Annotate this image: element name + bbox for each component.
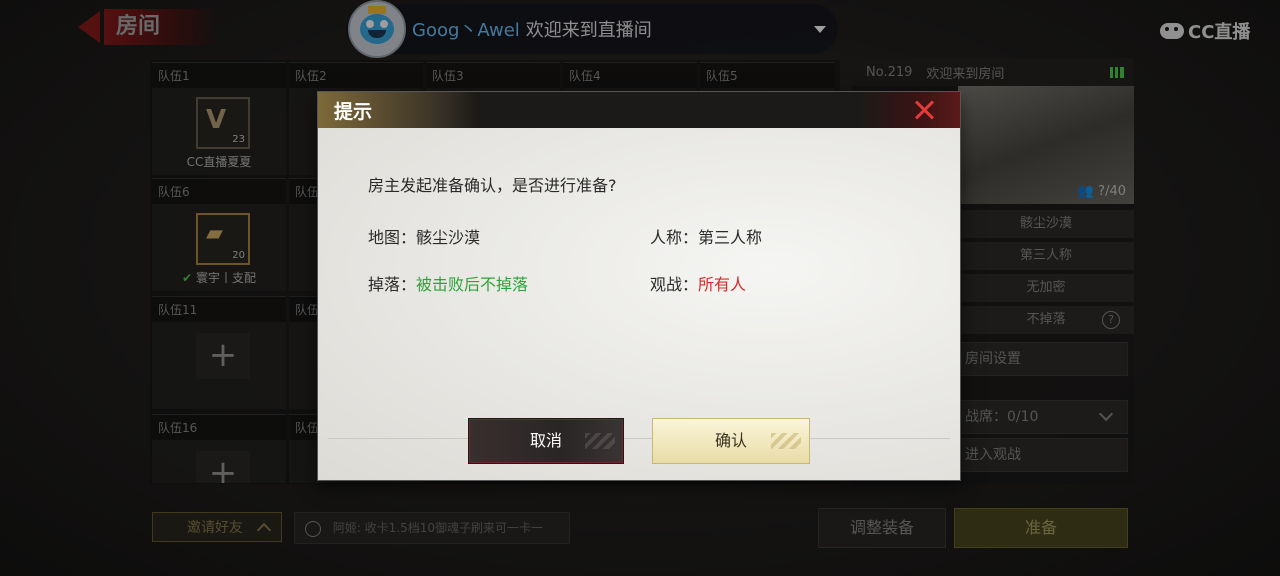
drop-label: 掉落：: [368, 275, 417, 294]
spectate-field: 观战：所有人: [650, 271, 746, 295]
perspective-field: 人称：第三人称: [650, 224, 762, 248]
map-label: 地图：: [368, 228, 417, 247]
drop-value: 被击败后不掉落: [416, 275, 529, 294]
button-stripes: [771, 433, 801, 449]
confirm-label: 确认: [714, 431, 747, 450]
perspective-value: 第三人称: [698, 228, 763, 247]
cancel-label: 取消: [529, 431, 562, 450]
confirm-button[interactable]: 确认: [652, 418, 810, 464]
spectate-value: 所有人: [698, 275, 747, 294]
map-field: 地图：骸尘沙漠: [368, 224, 480, 248]
spectate-label: 观战：: [650, 275, 699, 294]
map-value: 骸尘沙漠: [416, 228, 481, 247]
perspective-label: 人称：: [650, 228, 699, 247]
dialog-prompt: 房主发起准备确认，是否进行准备?: [368, 176, 617, 195]
close-icon[interactable]: [912, 98, 936, 122]
dialog-title: 提示: [334, 101, 373, 123]
dialog-divider: [328, 438, 950, 439]
drop-field: 掉落：被击败后不掉落: [368, 271, 528, 295]
dialog-body: 房主发起准备确认，是否进行准备? 地图：骸尘沙漠 人称：第三人称 掉落：被击败后…: [318, 128, 960, 480]
ready-confirm-dialog: 提示 房主发起准备确认，是否进行准备? 地图：骸尘沙漠 人称：第三人称 掉落：被…: [318, 92, 960, 480]
cancel-button[interactable]: 取消: [468, 418, 624, 464]
button-stripes: [585, 433, 615, 449]
dialog-header: 提示: [318, 92, 960, 128]
